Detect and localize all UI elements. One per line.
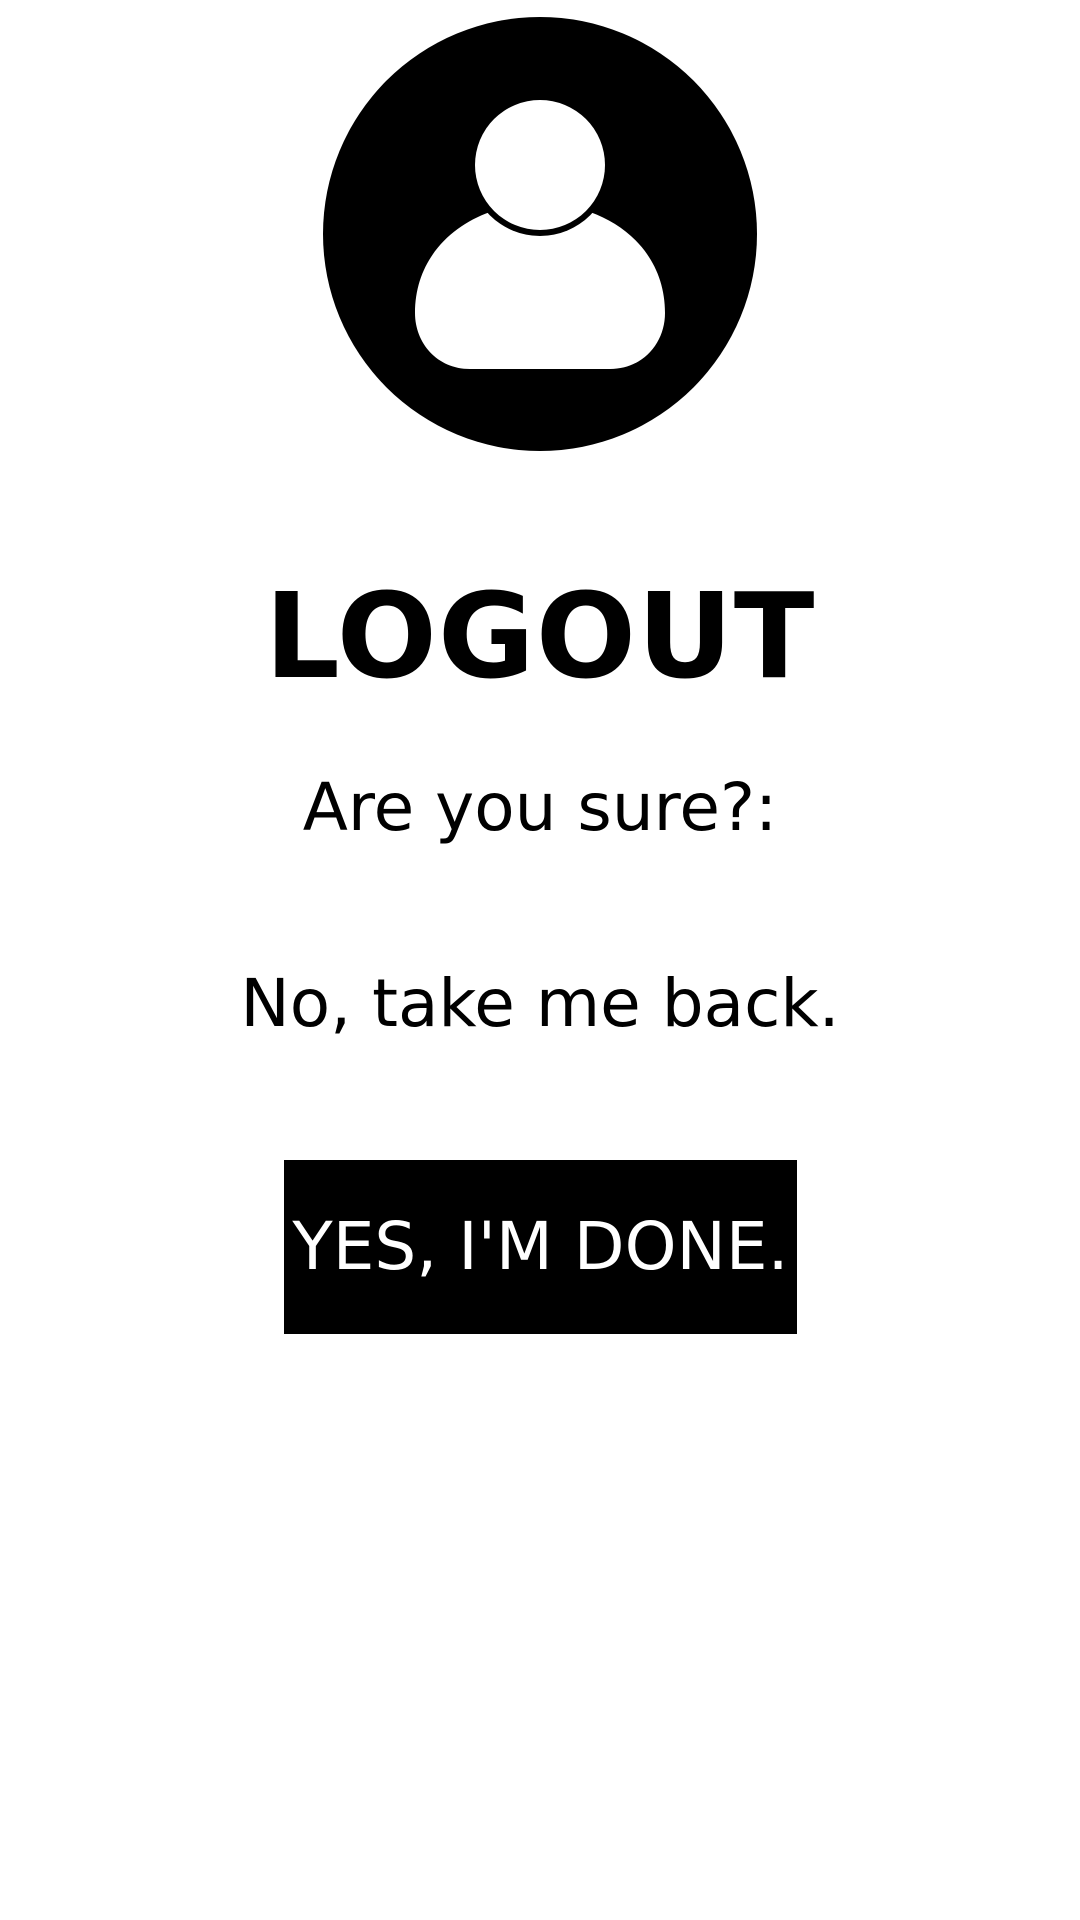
confirmation-question: Are you sure?:	[302, 769, 778, 846]
page-title: LOGOUT	[264, 567, 816, 705]
cancel-logout-link[interactable]: No, take me back.	[0, 964, 1080, 1044]
user-avatar-icon	[323, 17, 757, 451]
confirm-logout-button[interactable]: YES, I'M DONE.	[284, 1160, 797, 1334]
